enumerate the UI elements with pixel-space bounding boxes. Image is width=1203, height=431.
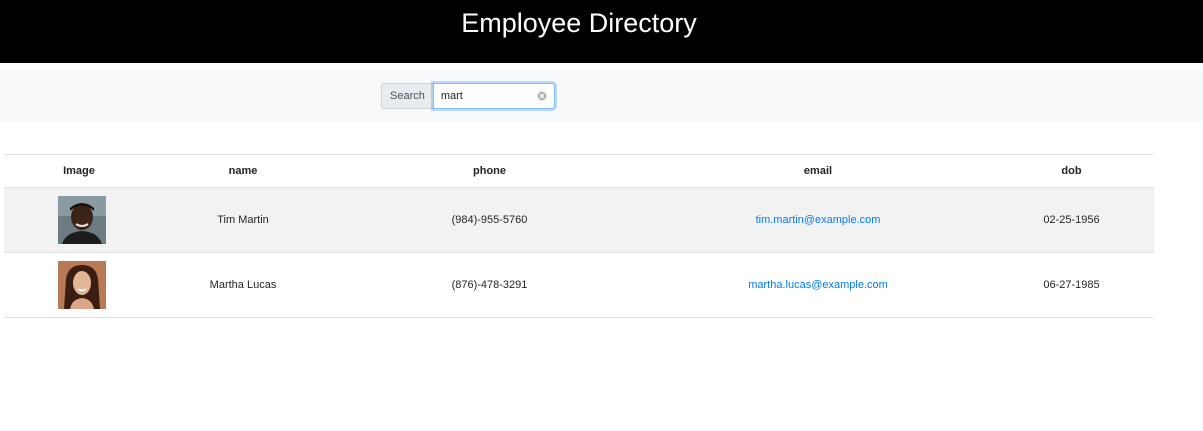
table-header-row: Image name phone email dob: [4, 154, 1154, 188]
page-title: Employee Directory: [461, 8, 697, 38]
table-row: Martha Lucas (876)-478-3291 martha.lucas…: [4, 252, 1154, 318]
image-cell: [4, 252, 154, 318]
search-label: Search: [381, 83, 433, 109]
avatar-photo: [58, 261, 106, 309]
employee-phone: (984)-955-5760: [332, 187, 647, 253]
image-cell: [4, 187, 154, 253]
clear-icon[interactable]: [537, 91, 547, 101]
employee-name: Martha Lucas: [154, 252, 332, 318]
table-row: Tim Martin (984)-955-5760 tim.martin@exa…: [4, 187, 1154, 253]
page-header: Employee Directory: [0, 0, 1203, 63]
employee-dob: 02-25-1956: [989, 187, 1154, 253]
column-header-image[interactable]: Image: [4, 154, 154, 188]
search-input[interactable]: [433, 84, 534, 108]
email-link[interactable]: tim.martin@example.com: [756, 214, 881, 226]
column-header-name[interactable]: name: [154, 154, 332, 188]
email-cell: tim.martin@example.com: [647, 187, 989, 253]
column-header-dob[interactable]: dob: [989, 154, 1154, 188]
employee-name: Tim Martin: [154, 187, 332, 253]
search-group: Search: [381, 83, 555, 109]
search-bar: Search: [0, 70, 1203, 122]
email-cell: martha.lucas@example.com: [647, 252, 989, 318]
employee-dob: 06-27-1985: [989, 252, 1154, 318]
employee-phone: (876)-478-3291: [332, 252, 647, 318]
column-header-email[interactable]: email: [647, 154, 989, 188]
email-link[interactable]: martha.lucas@example.com: [748, 279, 888, 291]
avatar-photo: [58, 196, 106, 244]
search-field[interactable]: [432, 83, 555, 109]
employee-table: Image name phone email dob Tim Martin (9…: [4, 154, 1154, 318]
column-header-phone[interactable]: phone: [332, 154, 647, 188]
